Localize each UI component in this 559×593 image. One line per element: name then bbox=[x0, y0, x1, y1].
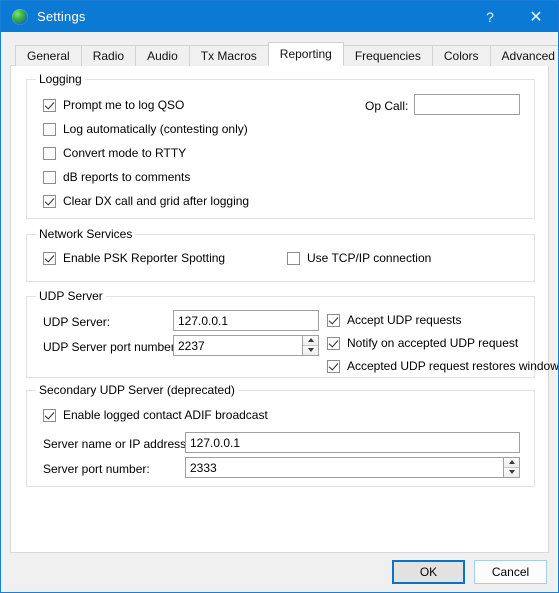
tab-general[interactable]: General bbox=[15, 45, 82, 66]
network-services-group-legend: Network Services bbox=[36, 227, 136, 241]
udp-server-port-input[interactable]: 2237 bbox=[173, 335, 319, 356]
tab-advanced[interactable]: Advanced bbox=[489, 45, 558, 66]
checkbox-label: Use TCP/IP connection bbox=[307, 251, 432, 265]
checkbox-indicator[interactable] bbox=[43, 122, 56, 136]
tab-colors[interactable]: Colors bbox=[431, 45, 491, 66]
tab-audio[interactable]: Audio bbox=[135, 45, 190, 66]
checkbox-convert-mode-to-rtty[interactable]: Convert mode to RTTY bbox=[43, 146, 186, 160]
checkbox-label: Notify on accepted UDP request bbox=[347, 336, 519, 350]
spinner-up-icon[interactable] bbox=[303, 336, 318, 346]
settings-dialog: Settings ? ✕ General Radio Audio Tx Macr… bbox=[0, 0, 559, 593]
checkbox-indicator[interactable] bbox=[43, 408, 56, 422]
globe-icon bbox=[12, 8, 28, 25]
secondary-server-port-value: 2333 bbox=[190, 460, 217, 475]
secondary-server-name-label: Server name or IP address: bbox=[43, 437, 190, 451]
checkbox-label: Enable logged contact ADIF broadcast bbox=[63, 408, 268, 422]
udp-server-label: UDP Server: bbox=[43, 315, 111, 329]
checkbox-indicator[interactable] bbox=[43, 146, 56, 160]
checkbox-enable-psk-reporter-spotting[interactable]: Enable PSK Reporter Spotting bbox=[43, 251, 225, 265]
secondary-server-name-input[interactable]: 127.0.0.1 bbox=[185, 432, 520, 453]
network-services-group: Network Services Enable PSK Reporter Spo… bbox=[26, 227, 535, 282]
checkbox-label: Enable PSK Reporter Spotting bbox=[63, 251, 226, 265]
checkbox-label: Accept UDP requests bbox=[347, 313, 462, 327]
tab-tx-macros[interactable]: Tx Macros bbox=[188, 45, 269, 66]
checkbox-enable-logged-contact-adif-broadcast[interactable]: Enable logged contact ADIF broadcast bbox=[43, 408, 268, 422]
checkbox-label: Log automatically (contesting only) bbox=[63, 122, 248, 136]
udp-server-port-value: 2237 bbox=[178, 338, 205, 353]
close-icon[interactable]: ✕ bbox=[514, 1, 558, 32]
checkbox-log-automatically[interactable]: Log automatically (contesting only) bbox=[43, 122, 248, 136]
checkbox-label: Clear DX call and grid after logging bbox=[63, 194, 250, 208]
checkbox-indicator[interactable] bbox=[43, 98, 56, 112]
spinner-down-icon[interactable] bbox=[303, 345, 318, 355]
logging-group-legend: Logging bbox=[36, 72, 85, 86]
title-bar: Settings ? ✕ bbox=[1, 1, 558, 32]
secondary-udp-server-group: Secondary UDP Server (deprecated) Enable… bbox=[26, 383, 535, 487]
checkbox-indicator[interactable] bbox=[43, 194, 56, 208]
spinner-up-icon[interactable] bbox=[504, 458, 519, 468]
checkbox-label: Accepted UDP request restores window bbox=[347, 359, 559, 373]
udp-server-value: 127.0.0.1 bbox=[178, 313, 229, 328]
checkbox-accepted-udp-request-restores-window[interactable]: Accepted UDP request restores window bbox=[327, 359, 559, 373]
checkbox-db-reports-to-comments[interactable]: dB reports to comments bbox=[43, 170, 190, 184]
secondary-server-port-label: Server port number: bbox=[43, 462, 150, 476]
tab-reporting[interactable]: Reporting bbox=[267, 42, 344, 66]
secondary-udp-server-group-legend: Secondary UDP Server (deprecated) bbox=[36, 383, 238, 397]
udp-port-spinner[interactable] bbox=[302, 336, 318, 355]
ok-button[interactable]: OK bbox=[392, 560, 465, 584]
tab-frequencies[interactable]: Frequencies bbox=[342, 45, 433, 66]
checkbox-label: Prompt me to log QSO bbox=[63, 98, 185, 112]
secondary-server-port-input[interactable]: 2333 bbox=[185, 457, 520, 478]
spinner-down-icon[interactable] bbox=[504, 467, 519, 477]
checkbox-indicator[interactable] bbox=[327, 359, 340, 373]
udp-server-group-legend: UDP Server bbox=[36, 289, 106, 303]
checkbox-label: Convert mode to RTTY bbox=[63, 146, 187, 160]
udp-server-input[interactable]: 127.0.0.1 bbox=[173, 310, 319, 331]
op-call-label: Op Call: bbox=[365, 99, 409, 113]
checkbox-accept-udp-requests[interactable]: Accept UDP requests bbox=[327, 313, 462, 327]
checkbox-notify-on-accepted-udp-request[interactable]: Notify on accepted UDP request bbox=[327, 336, 518, 350]
tab-radio[interactable]: Radio bbox=[80, 45, 137, 66]
op-call-input[interactable] bbox=[414, 94, 520, 115]
cancel-button[interactable]: Cancel bbox=[474, 560, 547, 584]
help-icon[interactable]: ? bbox=[468, 1, 512, 32]
logging-group: Logging Prompt me to log QSO Log automat… bbox=[26, 72, 535, 219]
checkbox-indicator[interactable] bbox=[287, 251, 300, 265]
reporting-tab-panel: Logging Prompt me to log QSO Log automat… bbox=[10, 65, 558, 553]
udp-server-port-label: UDP Server port number: bbox=[43, 340, 179, 354]
checkbox-prompt-me-to-log-qso[interactable]: Prompt me to log QSO bbox=[43, 98, 184, 112]
checkbox-indicator[interactable] bbox=[43, 251, 56, 265]
checkbox-indicator[interactable] bbox=[43, 170, 56, 184]
checkbox-indicator[interactable] bbox=[327, 313, 340, 327]
udp-server-group: UDP Server UDP Server: 127.0.0.1 UDP Ser… bbox=[26, 289, 558, 378]
checkbox-label: dB reports to comments bbox=[63, 170, 191, 184]
secondary-port-spinner[interactable] bbox=[503, 458, 519, 477]
checkbox-use-tcp-ip-connection[interactable]: Use TCP/IP connection bbox=[287, 251, 431, 265]
window-title: Settings bbox=[37, 9, 86, 24]
checkbox-indicator[interactable] bbox=[327, 336, 340, 350]
secondary-server-name-value: 127.0.0.1 bbox=[190, 435, 241, 450]
tab-bar: General Radio Audio Tx Macros Reporting … bbox=[15, 42, 558, 66]
checkbox-clear-dx-call-and-grid[interactable]: Clear DX call and grid after logging bbox=[43, 194, 249, 208]
